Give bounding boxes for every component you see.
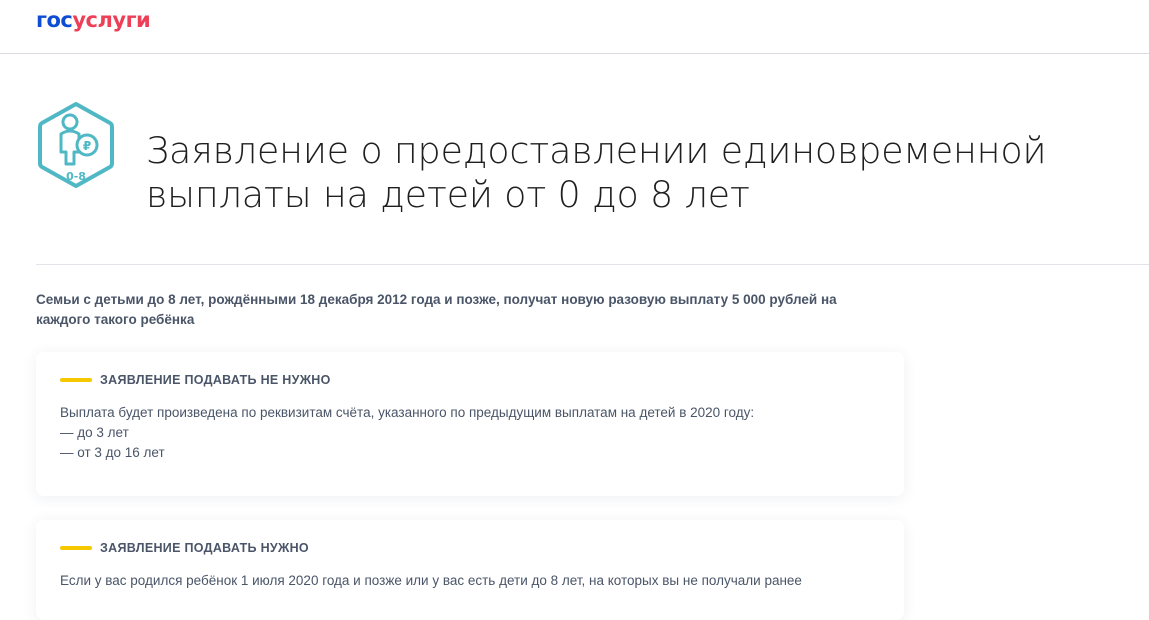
logo-part-uslugi: услуги: [72, 8, 151, 32]
site-header: госуслуги: [0, 0, 1149, 54]
icon-currency-sign: ₽: [83, 139, 91, 153]
card-heading-text: ЗАЯВЛЕНИЕ ПОДАВАТЬ НУЖНО: [100, 541, 309, 555]
page-title-line-2: выплаты на детей от 0 до 8 лет: [146, 173, 750, 216]
info-card-no-application: ЗАЯВЛЕНИЕ ПОДАВАТЬ НЕ НУЖНО Выплата буде…: [36, 352, 904, 496]
accent-bar: [60, 546, 92, 550]
card-heading: ЗАЯВЛЕНИЕ ПОДАВАТЬ НЕ НУЖНО: [60, 372, 880, 388]
child-with-coin-hexagon-icon: ₽ 0-8: [36, 100, 116, 190]
card-line: — до 3 лет: [60, 425, 129, 440]
section-divider: [36, 264, 1149, 265]
card-line: Выплата будет произведена по реквизитам …: [60, 405, 755, 420]
accent-bar: [60, 378, 92, 382]
page-title-line-1: Заявление о предоставлении единовременно…: [146, 129, 1047, 172]
card-line: Если у вас родился ребёнок 1 июля 2020 г…: [60, 573, 802, 588]
card-heading-text: ЗАЯВЛЕНИЕ ПОДАВАТЬ НЕ НУЖНО: [100, 373, 331, 387]
logo-part-gos: гос: [36, 8, 73, 32]
gosuslugi-logo[interactable]: госуслуги: [36, 8, 151, 32]
intro-text: Семьи с детьми до 8 лет, рождёнными 18 д…: [36, 292, 837, 327]
page-title: Заявление о предоставлении единовременно…: [146, 129, 1136, 217]
icon-age-badge: 0-8: [66, 170, 86, 183]
card-body: Выплата будет произведена по реквизитам …: [60, 403, 880, 463]
info-card-application-required: ЗАЯВЛЕНИЕ ПОДАВАТЬ НУЖНО Если у вас роди…: [36, 520, 904, 620]
card-heading: ЗАЯВЛЕНИЕ ПОДАВАТЬ НУЖНО: [60, 540, 880, 556]
card-body: Если у вас родился ребёнок 1 июля 2020 г…: [60, 571, 880, 591]
card-line: — от 3 до 16 лет: [60, 445, 165, 460]
